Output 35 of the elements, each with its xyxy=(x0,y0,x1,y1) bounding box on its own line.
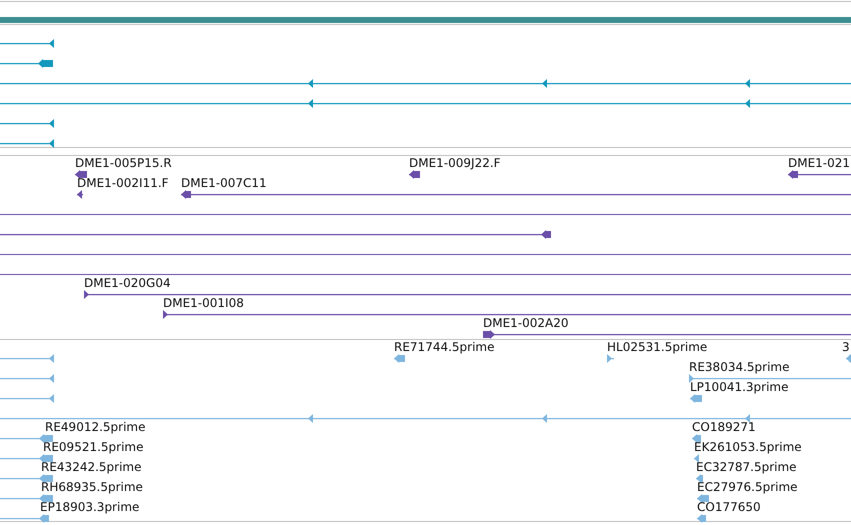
feature-label: EC27976.5prime xyxy=(697,481,798,494)
feature-glyph[interactable] xyxy=(483,330,851,339)
feature-glyph[interactable] xyxy=(409,170,420,179)
feature-label: 3 xyxy=(842,341,850,354)
feature-label: DME1-002A20 xyxy=(483,317,569,330)
feature-label: DME1-020G04 xyxy=(84,277,171,290)
feature-glyph[interactable] xyxy=(692,434,701,443)
feature-glyph[interactable] xyxy=(77,190,83,199)
feature-label: CO177650 xyxy=(697,501,761,514)
feature-label: RE38034.5prime xyxy=(689,361,790,374)
feature-label: DME1-021 xyxy=(788,157,850,170)
feature-label: RE49012.5prime xyxy=(45,421,146,434)
feature-glyph[interactable] xyxy=(788,170,851,179)
feature-label: EP18903.3prime xyxy=(40,501,140,514)
feature-glyph[interactable] xyxy=(163,310,851,319)
feature-glyph[interactable] xyxy=(181,190,851,199)
feature-label: DME1-005P15.R xyxy=(75,157,172,170)
feature-label: LP10041.3prime xyxy=(690,381,789,394)
feature-label: RH68935.5prime xyxy=(41,481,143,494)
feature-label: DME1-009J22.F xyxy=(409,157,501,170)
feature-label: RE43242.5prime xyxy=(41,461,142,474)
feature-glyph[interactable] xyxy=(696,474,703,483)
feature-label: DME1-001I08 xyxy=(163,297,244,310)
feature-glyph[interactable] xyxy=(75,170,87,179)
feature-label: DME1-002I11.F xyxy=(77,177,169,190)
feature-glyph[interactable] xyxy=(697,494,709,503)
feature-glyph[interactable] xyxy=(84,290,851,299)
feature-glyph[interactable] xyxy=(0,230,551,239)
feature-label: RE71744.5prime xyxy=(394,341,494,354)
feature-label: CO189271 xyxy=(692,421,756,434)
feature-label: DME1-007C11 xyxy=(181,177,267,190)
feature-label: EC32787.5prime xyxy=(696,461,797,474)
feature-label: RE09521.5prime xyxy=(43,441,144,454)
feature-label: EK261053.5prime xyxy=(694,441,802,454)
feature-label: HL02531.5prime xyxy=(607,341,708,354)
